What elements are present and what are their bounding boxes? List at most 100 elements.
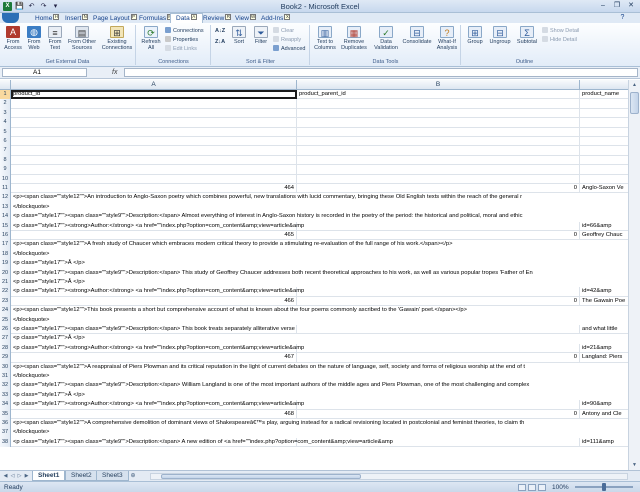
from-web-button[interactable]: ◍ From Web [24,26,44,51]
from-access-button[interactable]: A From Access [2,26,24,51]
text-to-columns-button[interactable]: ▥ Text to Columns [313,26,337,51]
row-header[interactable]: 2 [0,99,11,109]
cell-a[interactable] [11,165,297,175]
zoom-slider[interactable] [575,483,633,491]
cell-a[interactable] [11,99,297,109]
name-box[interactable]: A1 [2,68,87,77]
cell-a[interactable]: <p class=""style17""><span class=""style… [11,381,628,391]
cell-b[interactable]: 0 [297,231,580,241]
cell-c[interactable] [580,175,628,184]
connections-button[interactable]: Connections [165,27,204,35]
cell-a[interactable]: 465 [11,231,297,241]
cell-a[interactable]: product_id [11,90,297,100]
select-all-corner[interactable] [0,80,11,90]
cell-b[interactable] [297,400,580,410]
cell-b[interactable] [297,325,580,335]
redo-icon[interactable]: ↷ [39,2,48,11]
cell-b[interactable] [297,174,580,184]
undo-icon[interactable]: ↶ [27,2,36,11]
cell-b[interactable]: 0 [297,184,580,194]
minimize-button[interactable]: – [596,1,610,11]
column-header-b[interactable]: B [297,80,580,90]
sheet-tab-sheet2[interactable]: Sheet2 [65,471,98,481]
row-header[interactable]: 13 [0,202,11,213]
cell-a[interactable]: <p class=""style17""><strong>Author:</st… [11,221,304,231]
row-header[interactable]: 29 [0,353,11,363]
row-header[interactable]: 31 [0,372,11,382]
cell-c[interactable]: id=111&amp [580,438,628,447]
row-header[interactable]: 3 [0,108,11,119]
cell-b[interactable]: 0 [297,296,580,307]
cell-a[interactable]: <p class=""style17"">Â </p> [11,334,628,344]
cell-a[interactable]: 468 [11,409,297,419]
sheet-tab-sheet3[interactable]: Sheet3 [96,471,129,481]
office-button[interactable] [2,13,19,23]
clear-button[interactable]: Clear [273,27,294,35]
column-header-c[interactable] [580,80,628,90]
row-header[interactable]: 17 [0,240,11,250]
cell-b[interactable]: 0 [297,353,580,363]
cell-b[interactable] [297,146,580,156]
cell-c[interactable]: Anglo-Saxon Ve [580,184,628,193]
cell-a[interactable]: 466 [11,296,297,307]
save-icon[interactable]: 💾 [15,2,24,11]
vertical-scrollbar[interactable]: ▲ ▼ [628,80,640,470]
tab-add-ins[interactable]: Add-Ins X [256,14,295,23]
column-header-a[interactable]: A [11,80,297,90]
row-header[interactable]: 37 [0,428,11,438]
cell-c[interactable]: id=90&amp [580,400,628,409]
zoom-slider-thumb[interactable] [602,483,606,491]
cell-a[interactable]: <p class=""style17""><span class=""style… [11,212,628,222]
cell-c[interactable] [580,99,628,108]
cell-a[interactable]: </blockquote> [11,372,628,382]
consolidate-button[interactable]: ⊟ Consolidate [402,26,432,45]
cell-c[interactable] [580,137,628,146]
row-header[interactable]: 5 [0,127,11,137]
page-break-view-button[interactable] [538,484,546,491]
restore-button[interactable]: ❐ [610,1,624,11]
cell-b[interactable] [297,165,580,175]
cell-b[interactable] [297,127,580,137]
cell-a[interactable]: <p class=""style17"">Â </p> [11,278,628,288]
cell-a[interactable]: <p><span class=""style12"">A comprehensi… [11,419,628,429]
horizontal-scrollbar[interactable] [150,473,628,480]
cell-a[interactable]: <p class=""style17""><strong>Author:</st… [11,400,304,410]
row-header[interactable]: 18 [0,249,11,260]
cell-c[interactable]: The Gawain Poe [580,297,628,306]
row-header[interactable]: 20 [0,268,11,278]
first-sheet-icon[interactable]: ◀ [2,472,9,480]
row-header[interactable]: 15 [0,221,11,231]
cell-b[interactable] [297,155,580,166]
page-layout-view-button[interactable] [528,484,536,491]
cell-b[interactable] [297,437,580,448]
sheet-tab-sheet1[interactable]: Sheet1 [32,471,66,481]
cell-c[interactable]: id=42&amp [580,287,628,296]
cell-a[interactable]: <p class=""style17""><strong>Author:</st… [11,287,304,297]
zoom-level[interactable]: 100% [552,482,569,492]
sort-descending-button[interactable]: Z↓A [215,38,225,46]
cell-a[interactable]: <p class=""style17""><span class=""style… [11,268,628,278]
row-header[interactable]: 4 [0,118,11,128]
cell-a[interactable]: <p class=""style17""><span class=""style… [11,325,297,335]
row-header[interactable]: 23 [0,296,11,307]
cell-c[interactable] [580,109,628,118]
row-header[interactable]: 16 [0,231,11,241]
cell-c[interactable] [580,118,628,127]
cell-b[interactable] [297,287,580,297]
reapply-button[interactable]: Reapply [273,36,301,44]
cell-b[interactable] [297,221,580,231]
row-header[interactable]: 7 [0,146,11,156]
cell-a[interactable] [11,108,297,119]
cell-a[interactable]: <p><span class=""style12"">This book pre… [11,306,628,316]
row-header[interactable]: 8 [0,155,11,166]
row-header[interactable]: 36 [0,419,11,429]
cell-a[interactable]: <p><span class=""style12"">An introducti… [11,193,628,203]
cell-a[interactable]: <p class=""style17"">Â </p> [11,259,628,269]
advanced-button[interactable]: Advanced [273,45,305,53]
normal-view-button[interactable] [518,484,526,491]
sort-ascending-button[interactable]: A↓Z [215,27,225,35]
cell-a[interactable] [11,137,297,147]
next-sheet-icon[interactable]: ▷ [16,472,23,480]
formula-input[interactable] [124,68,638,77]
cell-c[interactable] [580,156,628,165]
